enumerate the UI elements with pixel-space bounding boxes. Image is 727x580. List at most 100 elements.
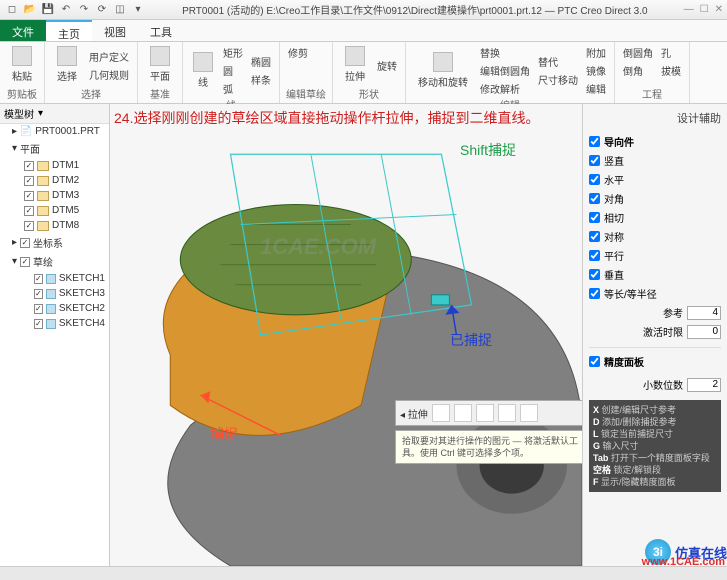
mini-toolbar[interactable]: ◂ 拉伸 xyxy=(395,400,583,426)
revolve-button[interactable]: 旋转 xyxy=(375,57,399,74)
mirror-button[interactable]: 镜像 xyxy=(584,62,608,79)
guide-item[interactable]: 平行 xyxy=(589,246,721,265)
annotation-main: 24.选择刚刚创建的草绘区域直接拖动操作杆拉伸，捕捉到二维直线。 xyxy=(114,108,574,128)
tool-icon-3[interactable] xyxy=(476,404,494,422)
trim-button[interactable]: 修剪 xyxy=(286,44,310,61)
ribbon-tabs: 文件 主页 视图 工具 xyxy=(0,20,727,42)
tool-icon-4[interactable] xyxy=(498,404,516,422)
group-label: 基准 xyxy=(144,86,176,101)
select-button[interactable]: 选择 xyxy=(51,44,83,86)
annotation-shift: Shift捕捉 xyxy=(460,140,516,160)
group-label: 剪贴板 xyxy=(6,86,38,101)
tree-datum-item[interactable]: ✓DTM8 xyxy=(0,218,109,233)
attach-button[interactable]: 附加 xyxy=(584,44,608,61)
minimize-button[interactable]: — xyxy=(684,4,694,15)
tree-datum-item[interactable]: ✓DTM3 xyxy=(0,188,109,203)
window-controls: — ☐ ✕ xyxy=(684,4,723,15)
precision-check[interactable]: 精度面板 xyxy=(589,352,721,371)
param-field[interactable]: 参考 xyxy=(589,303,721,322)
guide-item[interactable]: 竖直 xyxy=(589,151,721,170)
hole-button[interactable]: 孔 xyxy=(659,44,683,61)
tree-datum-item[interactable]: ✓DTM2 xyxy=(0,173,109,188)
redo-icon[interactable]: ↷ xyxy=(76,2,92,18)
guide-item[interactable]: 相切 xyxy=(589,208,721,227)
spline-button[interactable]: 样条 xyxy=(249,71,273,88)
tweak-button[interactable]: 修改解析 xyxy=(478,80,532,97)
replace-button[interactable]: 替换 xyxy=(478,44,532,61)
model-tree-panel: 模型树 ▾ ▸ 📄 PRT0001.PRT ▾ 平面 ✓DTM1 ✓DTM2 ✓… xyxy=(0,104,110,566)
guide-item[interactable]: 等长/等半径 xyxy=(589,284,721,303)
tree-axes-folder[interactable]: ▸ ✓ 坐标系 xyxy=(0,233,109,252)
extrude-button[interactable]: 拉伸 xyxy=(339,44,371,86)
chamfer-button[interactable]: 倒角 xyxy=(621,62,655,79)
draft-button[interactable]: 拔模 xyxy=(659,62,683,79)
titlebar: ◻ 📂 💾 ↶ ↷ ⟳ ◫ ▾ PRT0001 (活动的) E:\Creo工作目… xyxy=(0,0,727,20)
tree-datum-folder[interactable]: ▾ 平面 xyxy=(0,139,109,158)
annotation-captured: 已捕捉 xyxy=(450,330,492,350)
design-aid-panel: 设计辅助 导向件 竖直 水平 对角 相切 对称 平行 垂直 等长/等半径 参考 … xyxy=(582,104,727,566)
graphics-viewport[interactable]: 24.选择刚刚创建的草绘区域直接拖动操作杆拉伸，捕捉到二维直线。 Shift捕捉… xyxy=(110,104,582,566)
statusbar xyxy=(0,566,727,580)
group-label: 编辑草绘 xyxy=(286,86,326,101)
dim-move-button[interactable]: 尺寸移动 xyxy=(536,71,580,88)
close-button[interactable]: ✕ xyxy=(715,4,723,15)
line-button[interactable]: 线 xyxy=(189,50,217,92)
ribbon-group-clipboard: 粘贴 剪贴板 xyxy=(0,42,45,103)
move-rotate-button[interactable]: 移动和旋转 xyxy=(412,50,474,92)
guide-item[interactable]: 垂直 xyxy=(589,265,721,284)
substitute-button[interactable]: 替代 xyxy=(536,53,580,70)
tree-datum-item[interactable]: ✓DTM5 xyxy=(0,203,109,218)
new-icon[interactable]: ◻ xyxy=(4,2,20,18)
ribbon-group-edit: 移动和旋转 替换 编辑倒圆角 修改解析 替代 尺寸移动 附加 镜像 编辑 编辑 xyxy=(406,42,615,103)
tree-sketch-item[interactable]: ✓SKETCH4 xyxy=(0,316,109,331)
guides-check[interactable]: 导向件 xyxy=(589,132,721,151)
tree-datum-item[interactable]: ✓DTM1 xyxy=(0,158,109,173)
quick-access-toolbar: ◻ 📂 💾 ↶ ↷ ⟳ ◫ ▾ xyxy=(4,2,146,18)
save-icon[interactable]: 💾 xyxy=(40,2,56,18)
flex-button[interactable]: 编辑 xyxy=(584,80,608,97)
tab-tools[interactable]: 工具 xyxy=(138,20,184,41)
tool-icon-1[interactable] xyxy=(432,404,450,422)
filter-dropdown[interactable]: 用户定义 xyxy=(87,48,131,65)
extrude-label: ◂ 拉伸 xyxy=(400,406,428,421)
circle-button[interactable]: 圆 xyxy=(221,62,245,79)
shortcut-help: X 创建/编辑尺寸参考 D 添加/删除捕捉参考 L 锁定当前捕捉尺寸 G 输入尺… xyxy=(589,400,721,492)
settings-icon[interactable]: ▾ xyxy=(130,2,146,18)
rect-button[interactable]: 矩形 xyxy=(221,44,245,61)
maximize-button[interactable]: ☐ xyxy=(700,4,709,15)
window-title: PRT0001 (活动的) E:\Creo工作目录\工作文件\0912\Dire… xyxy=(146,2,684,17)
ribbon-group-line: 线 矩形 圆 弧 椭圆 样条 线 xyxy=(183,42,280,103)
tool-icon-2[interactable] xyxy=(454,404,472,422)
paste-button[interactable]: 粘贴 xyxy=(6,44,38,86)
tree-sketch-folder[interactable]: ▾ ✓ 草绘 xyxy=(0,252,109,271)
tab-view[interactable]: 视图 xyxy=(92,20,138,41)
group-label: 选择 xyxy=(51,86,131,101)
ellipse-button[interactable]: 椭圆 xyxy=(249,53,273,70)
tree-sketch-item[interactable]: ✓SKETCH3 xyxy=(0,286,109,301)
tab-home[interactable]: 主页 xyxy=(46,20,92,41)
round-button[interactable]: 倒圆角 xyxy=(621,44,655,61)
close-window-icon[interactable]: ◫ xyxy=(112,2,128,18)
undo-icon[interactable]: ↶ xyxy=(58,2,74,18)
guide-item[interactable]: 水平 xyxy=(589,170,721,189)
geom-rules[interactable]: 几何规则 xyxy=(87,66,131,83)
guide-item[interactable]: 对角 xyxy=(589,189,721,208)
tree-sketch-item[interactable]: ✓SKETCH1 xyxy=(0,271,109,286)
group-label: 形状 xyxy=(339,86,399,101)
open-icon[interactable]: 📂 xyxy=(22,2,38,18)
ribbon-group-engineering: 倒圆角 倒角 孔 拔模 工程 xyxy=(615,42,690,103)
tab-file[interactable]: 文件 xyxy=(0,20,46,41)
tree-sketch-item[interactable]: ✓SKETCH2 xyxy=(0,301,109,316)
regen-icon[interactable]: ⟳ xyxy=(94,2,110,18)
annotation-capture: 捕捉 xyxy=(210,424,238,444)
edit-round-button[interactable]: 编辑倒圆角 xyxy=(478,62,532,79)
guide-item[interactable]: 对称 xyxy=(589,227,721,246)
plane-button[interactable]: 平面 xyxy=(144,44,176,86)
model-tree-header: 模型树 ▾ xyxy=(0,104,109,124)
decimals-field[interactable]: 小数位数 xyxy=(589,375,721,394)
delay-field[interactable]: 激活时限 xyxy=(589,322,721,341)
tool-icon-5[interactable] xyxy=(520,404,538,422)
tree-root[interactable]: ▸ 📄 PRT0001.PRT xyxy=(0,124,109,139)
arc-button[interactable]: 弧 xyxy=(221,80,245,97)
ribbon: 粘贴 剪贴板 选择 用户定义 几何规则 选择 平面 基准 线 矩形 圆 弧 椭 xyxy=(0,42,727,104)
